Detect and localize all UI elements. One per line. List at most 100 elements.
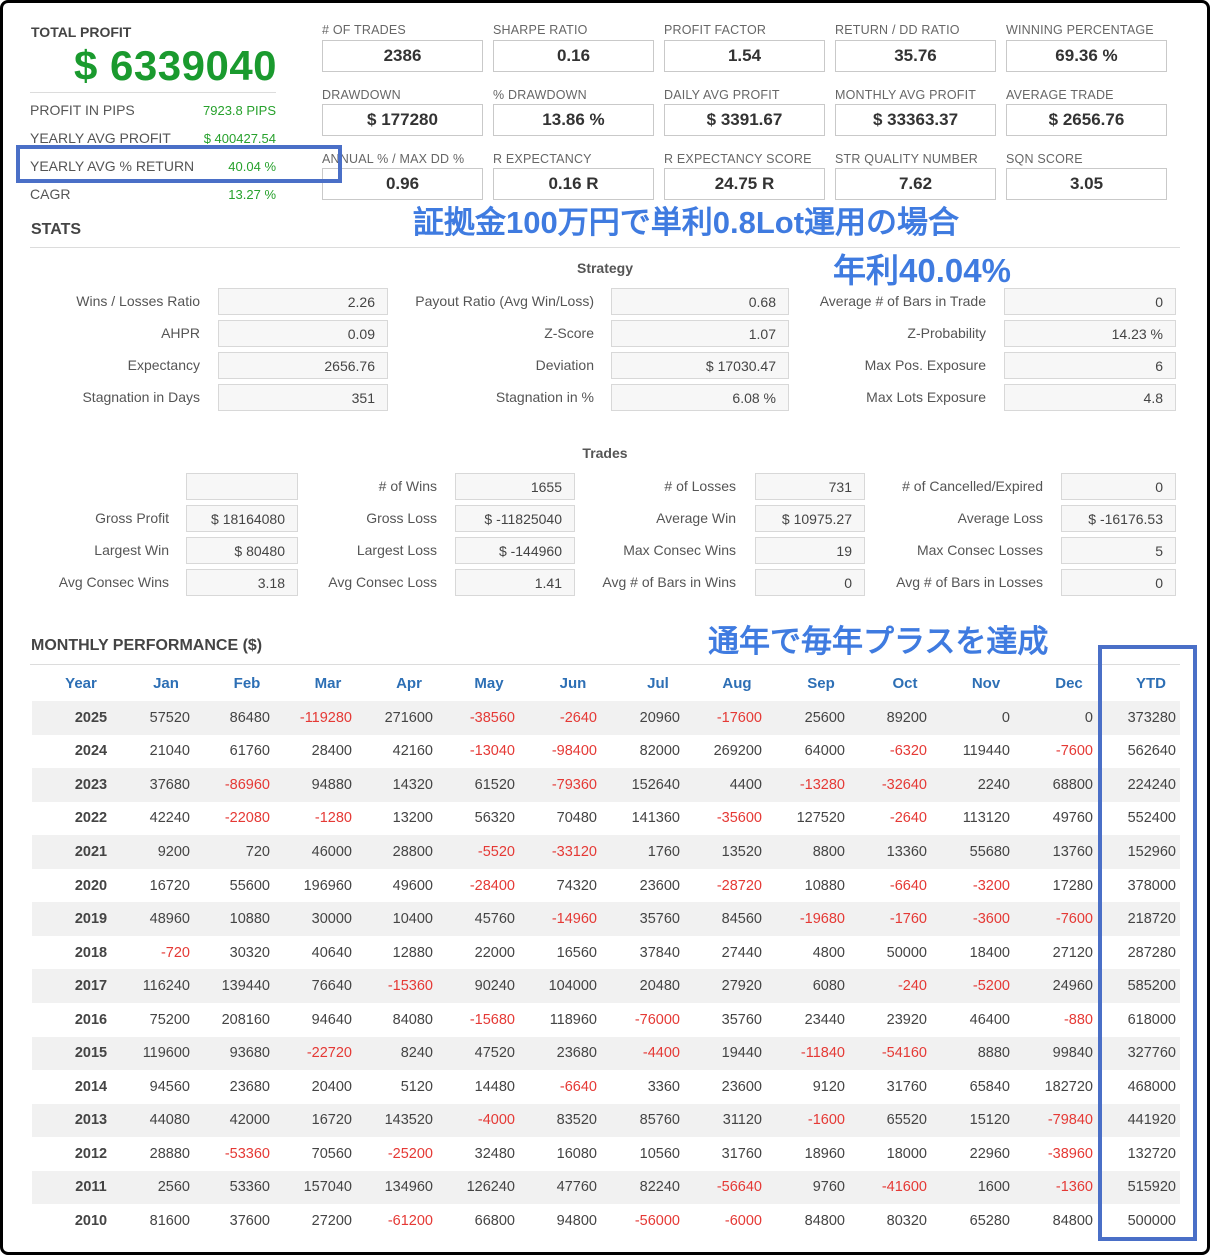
monthly-table-row: 2012 28880 -53360 70560 -25200 32480 16080 1056…: [32, 1137, 1180, 1171]
monthly-value-cell: -61200: [387, 1213, 433, 1229]
monthly-value-cell: -56000: [634, 1213, 680, 1229]
monthly-value-cell: 28880: [149, 1145, 190, 1162]
monthly-header-may: May: [474, 675, 504, 692]
monthly-value-cell: -76000: [634, 1011, 680, 1028]
yearly-return-highlight-frame: [16, 145, 342, 183]
trades-stat-label: Average Win: [656, 510, 736, 526]
monthly-table-row: 2019 48960 10880 30000 10400 45760 -14960 35760…: [32, 902, 1180, 936]
monthly-value-cell: -1600: [807, 1112, 845, 1129]
monthly-table-row: 2013 44080 42000 16720 143520 -4000 83520 85760…: [32, 1103, 1180, 1138]
strategy-stat-label: Stagnation in Days: [82, 389, 200, 405]
monthly-value-cell: 80320: [886, 1213, 927, 1229]
monthly-value-cell: 50000: [886, 944, 927, 961]
monthly-value-cell: -6320: [889, 743, 927, 760]
trades-title: Trades: [582, 445, 628, 461]
monthly-header-nov: Nov: [971, 675, 1001, 692]
kpi-label-of-trades: # OF TRADES: [322, 23, 406, 37]
monthly-value-cell: 25600: [804, 709, 845, 726]
monthly-value-cell: 0: [1001, 709, 1010, 726]
kpi-value-drawdown: $ 177280: [322, 104, 483, 136]
monthly-value-cell: 55680: [969, 843, 1010, 860]
kpi-label-profit-factor: PROFIT FACTOR: [664, 23, 767, 37]
trades-stat-label: Max Consec Wins: [623, 542, 736, 558]
monthly-table-row: 2017 116240 139440 76640 -15360 90240 104000 20…: [32, 969, 1180, 1003]
monthly-value-cell: 23600: [639, 877, 680, 894]
monthly-value-cell: -22080: [224, 810, 270, 827]
trades-stat-label: Largest Loss: [356, 542, 437, 558]
monthly-value-cell: 13520: [721, 843, 762, 860]
trades-stat-label: Avg # of Bars in Losses: [896, 574, 1043, 590]
monthly-value-cell: 16080: [556, 1145, 597, 1162]
monthly-value-cell: 70480: [556, 810, 597, 827]
monthly-value-cell: 61760: [229, 743, 270, 760]
monthly-value-cell: 65520: [886, 1112, 927, 1129]
monthly-value-cell: 152640: [631, 776, 680, 793]
trades-stat-value: $ -16176.53: [1061, 505, 1176, 532]
monthly-value-cell: 196960: [303, 877, 352, 894]
trades-stat-label: Avg Consec Wins: [58, 574, 169, 590]
monthly-value-cell: 22000: [474, 944, 515, 961]
strategy-title: Strategy: [576, 260, 634, 276]
kpi-label-r-expectancy-score: R EXPECTANCY SCORE: [664, 152, 812, 166]
monthly-value-cell: 127520: [796, 810, 845, 827]
monthly-value-cell: -38960: [1047, 1145, 1093, 1162]
stats-title: STATS: [31, 221, 82, 238]
monthly-value-cell: 14320: [392, 776, 433, 793]
monthly-value-cell: 76640: [311, 978, 352, 995]
monthly-value-cell: 18000: [886, 1145, 927, 1162]
monthly-value-cell: -1280: [314, 810, 352, 827]
kpi-label-daily-avg-profit: DAILY AVG PROFIT: [664, 88, 780, 102]
monthly-value-cell: 94560: [149, 1078, 190, 1095]
monthly-header-dec: Dec: [1055, 675, 1083, 692]
monthly-value-cell: 82000: [639, 743, 680, 760]
monthly-value-cell: 13360: [886, 843, 927, 860]
kpi-label-drawdown: DRAWDOWN: [322, 88, 401, 102]
monthly-value-cell: 42000: [229, 1112, 270, 1129]
trades-stat-value: 5: [1061, 537, 1176, 564]
monthly-value-cell: -15680: [469, 1011, 515, 1028]
monthly-value-cell: 27920: [721, 978, 762, 995]
monthly-header-mar: Mar: [314, 675, 342, 692]
monthly-header-year: Year: [65, 675, 97, 692]
monthly-value-cell: 53360: [229, 1179, 270, 1196]
monthly-value-cell: 49600: [392, 877, 433, 894]
strategy-stat-label: Z-Probability: [907, 325, 986, 341]
monthly-table-row: 2021 9200 720 46000 28800 -5520 -33120 1760 1352…: [32, 835, 1180, 869]
monthly-value-cell: 8800: [812, 843, 845, 860]
trades-stat-label: # of Cancelled/Expired: [902, 478, 1043, 494]
monthly-value-cell: -28400: [469, 877, 515, 894]
monthly-value-cell: 90240: [474, 978, 515, 995]
kpi-label-str-quality-number: STR QUALITY NUMBER: [835, 152, 978, 166]
monthly-value-cell: -14960: [551, 911, 597, 928]
monthly-value-cell: -880: [1063, 1011, 1093, 1028]
monthly-value-cell: -79360: [551, 776, 597, 793]
monthly-value-cell: 18400: [969, 944, 1010, 961]
monthly-value-cell: 119600: [142, 1045, 190, 1062]
monthly-value-cell: 57520: [149, 709, 190, 726]
strategy-stat-label: Average # of Bars in Trade: [819, 293, 986, 309]
monthly-header-jul: Jul: [647, 675, 669, 692]
monthly-value-cell: 18960: [804, 1145, 845, 1162]
monthly-value-cell: -1760: [889, 911, 927, 928]
total-profit-label: TOTAL PROFIT: [31, 24, 132, 40]
monthly-value-cell: 70560: [311, 1145, 352, 1162]
monthly-value-cell: 31760: [886, 1078, 927, 1095]
kpi-value-sqn-score: 3.05: [1006, 168, 1167, 200]
monthly-table-row: 2015 119600 93680 -22720 8240 47520 23680 -4400…: [32, 1036, 1180, 1070]
kpi-label-sharpe-ratio: SHARPE RATIO: [493, 23, 588, 37]
monthly-value-cell: 15120: [969, 1112, 1010, 1129]
monthly-value-cell: 113120: [962, 810, 1010, 827]
monthly-value-cell: -54160: [881, 1045, 927, 1062]
monthly-value-cell: 10400: [392, 911, 433, 928]
monthly-value-cell: -98400: [551, 743, 597, 760]
monthly-value-cell: 93680: [229, 1045, 270, 1062]
monthly-value-cell: 94880: [311, 776, 352, 793]
kpi-value-annual-max-dd: 0.96: [322, 168, 483, 200]
kpi-value-str-quality-number: 7.62: [835, 168, 996, 200]
monthly-header-apr: Apr: [396, 675, 422, 692]
strategy-stat-label: AHPR: [161, 325, 200, 341]
monthly-value-cell: 84800: [804, 1213, 845, 1229]
cagr-row: CAGR 13.27 %: [30, 181, 276, 207]
trades-stat-label: Gross Profit: [95, 510, 169, 526]
monthly-value-cell: 6080: [812, 978, 845, 995]
